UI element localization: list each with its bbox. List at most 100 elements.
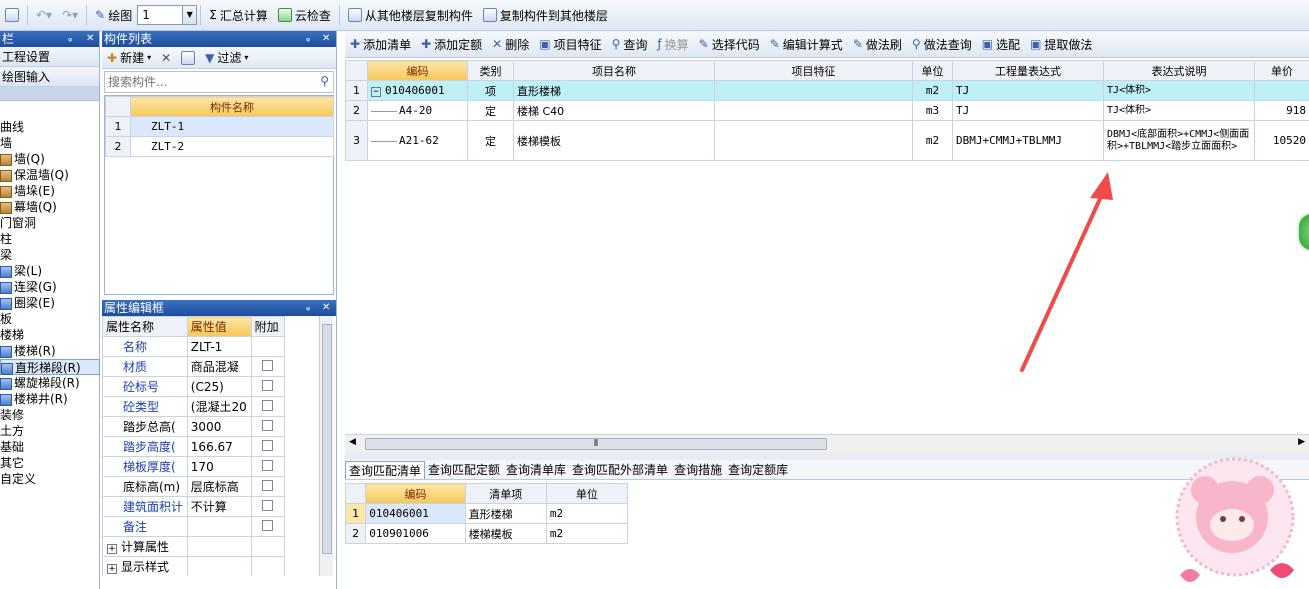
property-value-cell[interactable]: 商品混凝 — [186, 356, 252, 377]
tree-item[interactable]: 楼梯井(R) — [0, 391, 100, 407]
expression-desc-cell[interactable]: TJ<体积> — [1103, 100, 1255, 121]
unit-cell[interactable]: m2 — [912, 120, 953, 161]
property-row[interactable]: 材质 商品混凝 — [102, 356, 286, 377]
property-row[interactable]: 踏步高度(166.67 — [102, 436, 286, 457]
draw-button[interactable]: ✎ 绘图 — [90, 3, 137, 27]
select-code-button[interactable]: ✎ 选择代码 — [694, 32, 765, 56]
extra-checkbox[interactable] — [262, 519, 274, 531]
type-cell[interactable]: 定 — [467, 120, 514, 161]
query-code-cell[interactable]: 010901006 — [365, 523, 466, 544]
tree-item[interactable]: 幕墙(Q) — [0, 199, 100, 215]
delete-button[interactable]: ✕ 删除 — [487, 32, 534, 56]
tree-item[interactable]: 基础 — [0, 439, 100, 455]
tree-item[interactable]: 梁(L) — [0, 263, 100, 279]
close-icon[interactable]: ✕ — [86, 31, 94, 47]
query-item-cell[interactable]: 直形楼梯 — [464, 503, 547, 524]
property-value-cell[interactable]: ZLT-1 — [186, 336, 252, 357]
tree-item[interactable]: 墙(Q) — [0, 151, 100, 167]
sum-button[interactable]: Σ 汇总计算 — [204, 3, 273, 27]
property-value-cell[interactable]: 170 — [186, 456, 252, 477]
tree-item[interactable]: 梁 — [0, 247, 100, 263]
tree-item[interactable]: 板 — [0, 311, 100, 327]
tree-item[interactable]: 墙 — [0, 135, 100, 151]
scrollbar-thumb[interactable] — [322, 324, 332, 554]
expand-icon[interactable]: + — [107, 544, 117, 554]
property-row[interactable]: 备注 — [102, 516, 286, 537]
save-button[interactable] — [0, 3, 24, 27]
method-query-button[interactable]: ⚲ 做法查询 — [907, 32, 977, 56]
pin-icon[interactable]: ᵩ — [306, 300, 310, 316]
scroll-right-icon[interactable]: ▶ — [1298, 437, 1305, 447]
query-table-row[interactable]: 1 010406001 直形楼梯 m2 — [344, 503, 629, 524]
item-feature-cell[interactable] — [714, 100, 913, 121]
expression-cell[interactable]: DBMJ+CMMJ+TBLMMJ — [952, 120, 1104, 161]
copy-from-floor-button[interactable]: 从其他楼层复制构件 — [343, 3, 478, 27]
property-value-cell[interactable]: 层底标高 — [186, 476, 252, 497]
tree-item[interactable]: 装修 — [0, 407, 100, 423]
tree-item[interactable]: 曲线 — [0, 119, 100, 135]
expression-desc-cell[interactable]: TJ<体积> — [1103, 80, 1255, 101]
tree-item[interactable]: 圈梁(E) — [0, 295, 100, 311]
query-tab[interactable]: 查询定额库 — [725, 461, 791, 478]
query-tab[interactable]: 查询匹配定额 — [425, 461, 503, 478]
type-cell[interactable]: 项 — [467, 80, 514, 101]
query-tab[interactable]: 查询清单库 — [503, 461, 569, 478]
property-value-cell[interactable]: 3000 — [186, 416, 252, 437]
unit-cell[interactable]: m2 — [912, 80, 953, 101]
property-row[interactable]: + 计算属性 — [102, 536, 286, 557]
code-cell[interactable]: A21-62 — [367, 120, 468, 161]
tree-item[interactable]: 土方 — [0, 423, 100, 439]
tree-item[interactable]: 自定义 — [0, 471, 100, 487]
property-row[interactable]: 踏步总高(3000 — [102, 416, 286, 437]
property-row[interactable]: 砼类型 (混凝土20 — [102, 396, 286, 417]
tree-item[interactable]: 楼梯 — [0, 327, 100, 343]
property-scrollbar[interactable] — [319, 316, 333, 576]
price-cell[interactable]: 10520 — [1254, 120, 1309, 161]
item-name-cell[interactable]: 楼梯 C40 — [513, 100, 715, 121]
query-button[interactable]: ⚲ 查询 — [607, 32, 653, 56]
redo-button[interactable]: ↷▾ — [57, 3, 83, 27]
new-button[interactable]: ✚ 新建 ▾ — [102, 46, 156, 70]
tree-item[interactable]: 楼梯(R) — [0, 343, 100, 359]
tree-item[interactable]: 柱 — [0, 231, 100, 247]
query-tab[interactable]: 查询匹配外部清单 — [569, 461, 671, 478]
code-cell[interactable]: −010406001 — [367, 80, 468, 101]
add-quota-button[interactable]: ✚ 添加定额 — [416, 32, 487, 56]
main-table-row[interactable]: 2 A4-20 定楼梯 C40 m3 TJ TJ<体积> 918 — [345, 100, 1309, 121]
floor-select[interactable]: 1 ▼ — [137, 5, 198, 25]
extra-checkbox[interactable] — [262, 359, 274, 371]
menu-project-settings[interactable]: 工程设置 — [0, 47, 99, 67]
price-cell[interactable]: 918 — [1254, 100, 1309, 121]
copy-to-floor-button[interactable]: 复制构件到其他楼层 — [478, 3, 613, 27]
unit-cell[interactable]: m3 — [912, 100, 953, 121]
expression-cell[interactable]: TJ — [952, 80, 1104, 101]
scrollbar-thumb[interactable]: ⦀ — [365, 438, 827, 450]
property-value-cell[interactable]: 不计算 — [186, 496, 252, 517]
component-row[interactable]: 2 ZLT-2 — [105, 136, 334, 157]
convert-button[interactable]: ƒ 换算 — [652, 32, 693, 56]
query-item-cell[interactable]: 楼梯模板 — [464, 523, 547, 544]
cloud-check-button[interactable]: 云检查 — [273, 3, 336, 27]
copy-button[interactable] — [176, 46, 200, 70]
query-table-row[interactable]: 2 010901006 楼梯模板 m2 — [344, 523, 629, 544]
tree-item[interactable]: 直形梯段(R) — [0, 359, 100, 375]
filter-button[interactable]: ▼ 过滤 ▾ — [200, 46, 253, 70]
property-value-cell[interactable] — [186, 536, 252, 557]
query-unit-cell[interactable]: m2 — [545, 503, 629, 524]
property-value-cell[interactable]: 166.67 — [186, 436, 252, 457]
extra-checkbox[interactable] — [262, 419, 274, 431]
extra-checkbox[interactable] — [262, 379, 274, 391]
match-button[interactable]: ▣ 选配 — [977, 32, 1025, 56]
add-list-button[interactable]: ✚ 添加清单 — [345, 32, 416, 56]
main-table-row[interactable]: 1−010406001 项直形楼梯 m2 TJ TJ<体积> — [345, 80, 1309, 101]
query-tab[interactable]: 查询措施 — [671, 461, 725, 478]
tree-item[interactable]: 门窗洞 — [0, 215, 100, 231]
tree-item[interactable]: 连梁(G) — [0, 279, 100, 295]
price-cell[interactable] — [1254, 80, 1309, 101]
close-icon[interactable]: ✕ — [322, 31, 330, 47]
search-box[interactable]: ⚲ — [104, 71, 334, 93]
extra-checkbox[interactable] — [262, 499, 274, 511]
property-value-cell[interactable] — [186, 516, 252, 537]
property-row[interactable]: 名称 ZLT-1 — [102, 336, 286, 357]
pin-icon[interactable]: ᵩ — [68, 31, 72, 47]
